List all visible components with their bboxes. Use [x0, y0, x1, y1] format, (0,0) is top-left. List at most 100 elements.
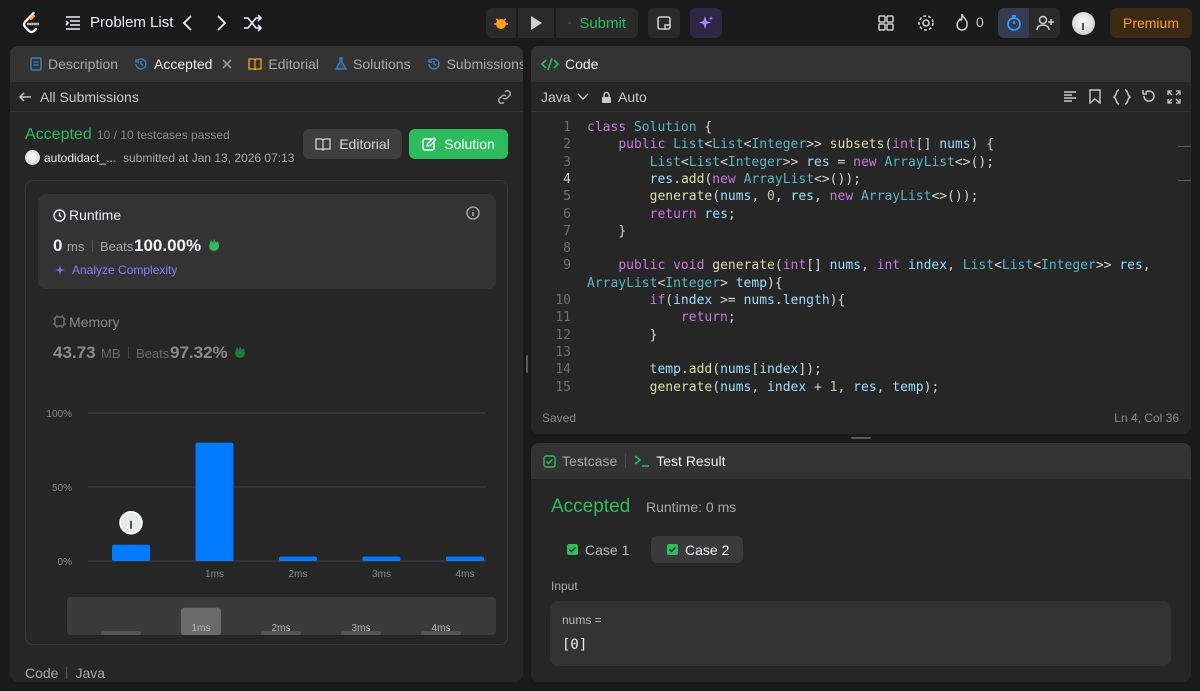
close-icon[interactable] — [222, 59, 232, 69]
code-editor[interactable]: 1 class Solution {2 public List<List<Inte… — [531, 118, 1191, 396]
expand-icon[interactable] — [1167, 90, 1181, 104]
tab-testcase[interactable]: Testcase — [543, 443, 625, 479]
chevron-down-icon — [577, 93, 589, 100]
ai-assistant-button[interactable] — [690, 8, 722, 38]
tab-accepted[interactable]: Accepted — [126, 46, 240, 82]
streak-count: 0 — [976, 14, 984, 30]
case-2-tab[interactable]: Case 2 — [651, 536, 743, 563]
line-number: 11 — [555, 310, 571, 326]
code-line: temp.add(nums[index]); — [649, 362, 822, 378]
chart-range-slider[interactable]: 1ms 2ms 3ms 4ms — [67, 597, 496, 635]
lock-icon — [602, 91, 611, 103]
reset-icon[interactable] — [1141, 89, 1156, 104]
minimap-label: 4ms — [432, 623, 451, 634]
submit-button[interactable]: Submit — [556, 8, 638, 38]
terminal-icon — [634, 455, 650, 467]
arrow-left-icon[interactable] — [18, 90, 32, 104]
minimap-bar — [101, 631, 141, 635]
code-line: class Solution { — [587, 120, 713, 135]
code-line: generate(nums, index + 1, res, temp); — [649, 379, 940, 395]
case-1-tab[interactable]: Case 1 — [555, 536, 641, 563]
line-number: 5 — [563, 189, 571, 205]
line-number: 7 — [563, 223, 571, 239]
braces-icon[interactable] — [1113, 89, 1131, 105]
debug-button[interactable] — [486, 8, 516, 38]
top-bar: Problem List Submit 0 Premium — [0, 0, 1200, 46]
shuffle-icon[interactable] — [242, 12, 264, 34]
settings-gear-icon[interactable] — [916, 13, 936, 33]
layout-icon[interactable] — [877, 14, 895, 32]
submission-status: Accepted — [25, 126, 92, 143]
solution-button[interactable]: Solution — [409, 129, 508, 159]
info-icon[interactable] — [466, 206, 480, 220]
line-number: 10 — [555, 293, 571, 308]
input-box[interactable]: nums = [0] — [550, 601, 1171, 666]
tab-solutions[interactable]: Solutions — [327, 46, 419, 82]
horizontal-resize-handle[interactable] — [851, 437, 871, 439]
code-line: res.add(new ArrayList<>()); — [649, 171, 861, 187]
code-line: return res; — [649, 206, 736, 222]
language-label: Java — [75, 665, 106, 681]
line-number: 14 — [555, 362, 571, 378]
timer-button[interactable] — [998, 8, 1029, 38]
premium-button[interactable]: Premium — [1110, 8, 1192, 38]
chevron-right-icon[interactable] — [211, 12, 231, 34]
link-icon[interactable] — [496, 89, 513, 105]
play-icon — [531, 16, 542, 30]
username[interactable]: autodidact_... — [44, 151, 116, 165]
submission-header-row: All Submissions — [10, 82, 523, 112]
editor-toolbar: Java Auto — [531, 82, 1191, 112]
leetcode-logo[interactable] — [20, 11, 42, 35]
notes-button[interactable] — [648, 8, 680, 38]
problem-list-link[interactable]: Problem List — [90, 14, 173, 31]
bookmark-icon[interactable] — [1089, 89, 1101, 104]
streak-counter[interactable]: 0 — [954, 13, 984, 31]
code-line: public List<List<Integer>> subsets(int[]… — [618, 137, 995, 153]
code-tab-bar: Code — [531, 46, 1191, 82]
tab-description[interactable]: Description — [22, 46, 126, 82]
run-button[interactable] — [518, 8, 554, 38]
tab-code[interactable]: Code — [541, 46, 598, 82]
runtime-beats-label: Beats — [100, 239, 134, 254]
description-icon — [30, 57, 42, 71]
chevron-left-icon[interactable] — [178, 12, 198, 34]
code-icon — [541, 57, 559, 71]
analyze-complexity-link[interactable]: Analyze Complexity — [72, 263, 177, 277]
scroll-marker — [1178, 180, 1191, 181]
book-icon — [248, 58, 263, 70]
tab-editorial-label: Editorial — [268, 56, 319, 72]
code-line: ArrayList<Integer> temp){ — [587, 275, 783, 291]
auto-mode-toggle[interactable]: Auto — [601, 89, 647, 105]
runtime-card[interactable]: Runtime 0 ms Beats 100.00% Analyze Compl… — [38, 194, 496, 289]
note-icon — [657, 16, 671, 30]
clap-icon — [209, 239, 219, 251]
tab-editorial[interactable]: Editorial — [240, 46, 327, 82]
divider — [92, 240, 93, 252]
user-avatar[interactable] — [25, 150, 40, 165]
avatar[interactable] — [1072, 12, 1095, 35]
tab-submissions[interactable]: Submissions — [419, 46, 523, 82]
y-tick-label: 0% — [58, 557, 73, 568]
format-icon[interactable] — [1063, 90, 1077, 104]
y-tick-label: 100% — [46, 409, 72, 420]
memory-value: 43.73 — [53, 343, 96, 362]
test-result-panel: Testcase Test Result Accepted Runtime: 0… — [531, 443, 1191, 682]
minimap-label: 2ms — [272, 623, 291, 634]
action-group: Submit — [486, 8, 722, 38]
editorial-button[interactable]: Editorial — [303, 129, 402, 159]
runtime-title: Runtime — [69, 207, 122, 223]
clap-icon — [235, 346, 245, 358]
language-select[interactable]: Java — [541, 89, 589, 105]
check-icon — [667, 544, 678, 555]
tab-test-result[interactable]: Test Result — [626, 443, 733, 479]
all-submissions-link[interactable]: All Submissions — [40, 89, 139, 105]
vertical-resize-handle[interactable] — [526, 355, 528, 373]
runtime-distribution-chart: 100% 50% 0% 1ms 2ms 3ms 4ms — [46, 409, 486, 580]
code-line: public void generate(int[] nums, int ind… — [618, 258, 1151, 274]
mode-value: Auto — [618, 89, 647, 105]
result-tab-bar: Testcase Test Result — [531, 443, 1191, 479]
problem-list-icon[interactable] — [64, 14, 82, 32]
invite-button[interactable] — [1029, 8, 1060, 38]
runtime-value: 0 — [53, 236, 63, 255]
submitted-timestamp: submitted at Jan 13, 2026 07:13 — [123, 151, 295, 165]
